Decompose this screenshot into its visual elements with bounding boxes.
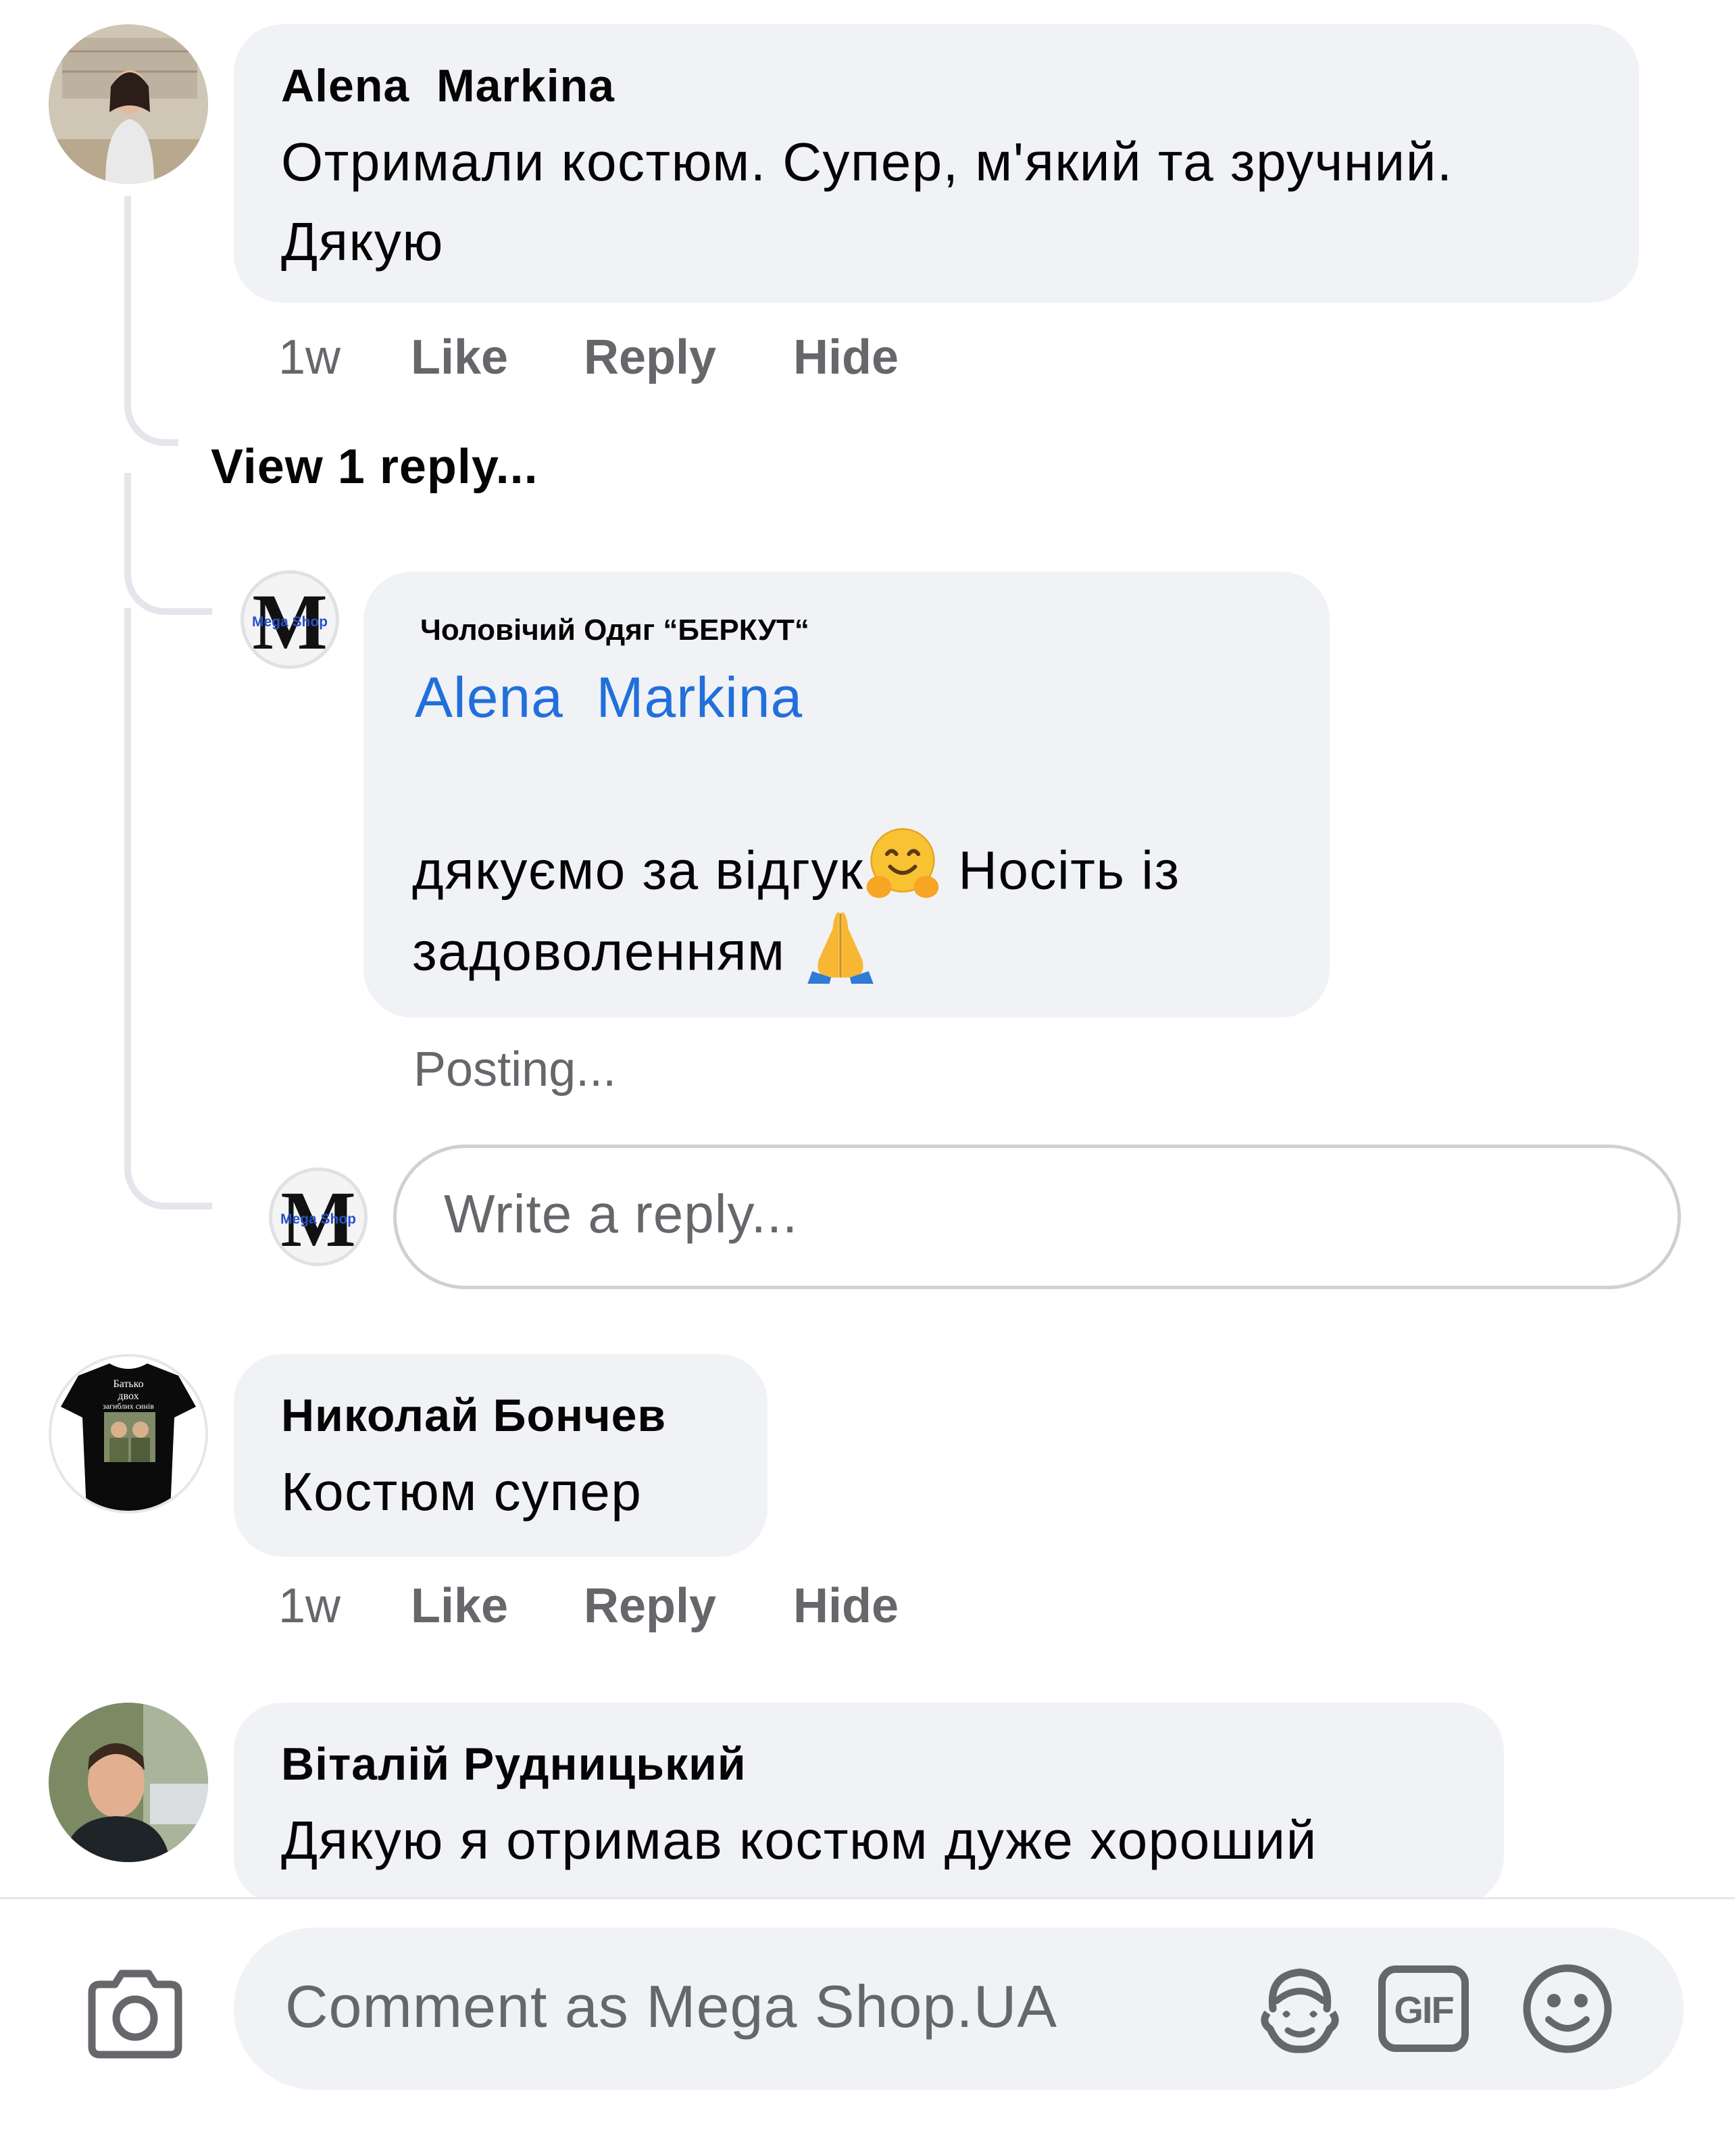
gif-label: GIF xyxy=(1394,1988,1454,2031)
page-reply-text-part-2: Носіть із xyxy=(942,840,1180,901)
page-avatar-input[interactable]: M Mega Shop xyxy=(269,1168,368,1266)
comment-text: Дякую я отримав костюм дуже хороший xyxy=(281,1810,1317,1870)
reply-button[interactable]: Reply xyxy=(584,1578,716,1634)
comment-bubble-3[interactable]: Віталій Рудницький Дякую я отримав костю… xyxy=(234,1703,1504,1905)
page-reply-text-part-3: задоволенням xyxy=(412,921,802,982)
page-reply-text-part-1: дякуємо за відгук xyxy=(412,840,864,901)
avatar-alena-markina[interactable] xyxy=(49,24,208,184)
composer-bar: Comment as Mega Shop.UA GIF xyxy=(0,1897,1735,2156)
avatar-vitaliy-rudnytskyi[interactable] xyxy=(49,1703,208,1862)
page-avatar-label: Mega Shop xyxy=(280,1211,356,1227)
person-photo-icon xyxy=(49,24,208,184)
posting-status: Posting... xyxy=(413,1043,617,1097)
mention-link[interactable]: Alena Markina xyxy=(415,665,803,730)
avatar-nikolay-bonchev[interactable]: Батько двох загиблих синів xyxy=(49,1354,208,1513)
view-replies-link[interactable]: View 1 reply... xyxy=(211,439,538,495)
tshirt-text-1: Батько xyxy=(113,1378,144,1390)
page-reply-author[interactable]: Чоловічий Одяг “БЕРКУТ“ xyxy=(420,613,809,647)
comment-input-placeholder: Comment as Mega Shop.UA xyxy=(285,1973,1058,2040)
comment-bubble-1[interactable]: Alena Markina Отримали костюм. Супер, м'… xyxy=(234,24,1639,303)
hide-button[interactable]: Hide xyxy=(793,1578,899,1634)
comment-timestamp: 1w xyxy=(278,330,341,384)
reply-input[interactable]: Write a reply... xyxy=(393,1145,1681,1289)
hide-button[interactable]: Hide xyxy=(793,330,899,385)
comment-author[interactable]: Alena Markina xyxy=(281,59,615,112)
thread-line-reply xyxy=(124,473,212,615)
person-photo-icon xyxy=(49,1703,208,1862)
comment-text-line-1: Отримали костюм. Супер, м'який та зручни… xyxy=(281,132,1453,192)
like-button[interactable]: Like xyxy=(411,1578,508,1634)
comment-timestamp: 1w xyxy=(278,1579,341,1633)
thread-line-input xyxy=(124,608,212,1209)
like-button[interactable]: Like xyxy=(411,330,508,385)
avatar-sticker-icon[interactable] xyxy=(1253,1961,1347,2056)
page-avatar-label: Mega Shop xyxy=(251,614,328,630)
page-reply-bubble[interactable]: Чоловічий Одяг “БЕРКУТ“ Alena Markina дя… xyxy=(363,572,1330,1018)
gif-icon[interactable]: GIF xyxy=(1378,1965,1469,2052)
page-avatar-reply[interactable]: M Mega Shop xyxy=(241,570,339,669)
comment-author[interactable]: Николай Бончев xyxy=(281,1389,666,1442)
comment-bubble-2[interactable]: Николай Бончев Костюм супер xyxy=(234,1354,768,1557)
tshirt-text-3: загиблих синів xyxy=(103,1401,154,1411)
comment-input[interactable]: Comment as Mega Shop.UA GIF xyxy=(234,1928,1684,2090)
comment-text: Костюм супер xyxy=(281,1461,643,1522)
thread-line-upper xyxy=(124,196,178,446)
comment-author[interactable]: Віталій Рудницький xyxy=(281,1738,747,1790)
page-reply-text-line-2: задоволенням xyxy=(412,905,880,1006)
reply-input-placeholder: Write a reply... xyxy=(444,1184,799,1244)
comment-text-line-2: Дякую xyxy=(281,211,444,272)
reply-button[interactable]: Reply xyxy=(584,330,716,385)
camera-icon[interactable] xyxy=(82,1967,188,2061)
emoji-icon[interactable] xyxy=(1520,1961,1615,2056)
folded-hands-emoji xyxy=(801,905,880,1006)
